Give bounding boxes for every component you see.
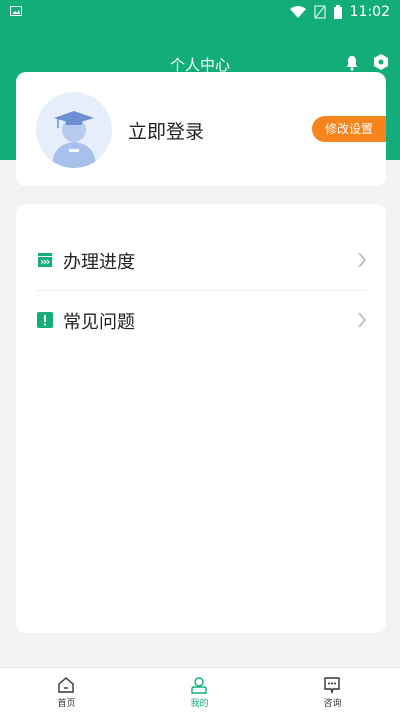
wifi-icon [289,6,306,18]
faq-icon [37,312,53,328]
tab-mine[interactable]: 我的 [133,668,266,712]
tab-label: 咨询 [323,699,342,709]
profile-card: 立即登录 修改设置 [16,72,386,186]
modify-settings-button[interactable]: 修改设置 [312,116,386,142]
tab-label: 我的 [190,699,209,709]
bell-icon[interactable] [344,55,360,71]
status-icons: 11:02 [289,3,390,21]
chevron-right-icon [358,252,366,268]
settings-hex-icon[interactable] [372,53,390,71]
user-icon [191,677,207,694]
tab-home[interactable]: 首页 [0,668,133,712]
menu-item-faq[interactable]: 常见问题 [16,291,386,349]
tab-label: 首页 [57,699,76,709]
menu-card: 办理进度 常见问题 [16,204,386,633]
battery-icon [333,5,342,19]
consult-icon [324,677,340,694]
login-link[interactable]: 立即登录 [128,117,204,144]
menu-item-label: 常见问题 [63,312,135,333]
home-icon [58,677,74,693]
tab-consult[interactable]: 咨询 [266,668,399,712]
avatar[interactable] [36,92,112,168]
chevron-right-icon [358,312,366,328]
status-bar: 11:02 [0,0,400,24]
menu-item-label: 办理进度 [63,252,135,273]
progress-icon [38,253,52,267]
tab-bar: 首页 我的 咨询 [0,667,400,712]
signal-off-icon [314,5,326,19]
image-notification-icon [10,6,22,16]
menu-item-progress[interactable]: 办理进度 [16,231,386,289]
status-time: 11:02 [349,4,390,20]
graduate-avatar-icon [52,111,96,168]
